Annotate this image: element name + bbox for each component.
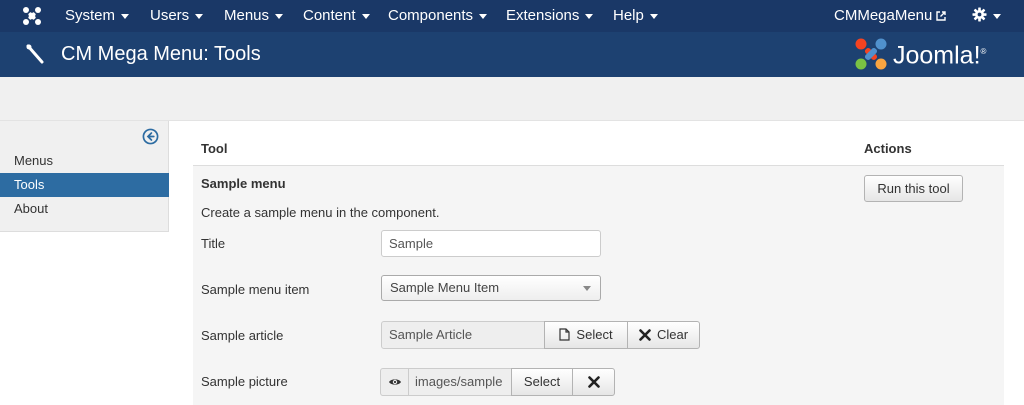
caret-down-icon <box>195 13 204 19</box>
column-header-tool: Tool <box>201 141 228 156</box>
picture-clear-button[interactable] <box>572 368 615 396</box>
wrench-icon <box>26 44 44 64</box>
tool-title: Sample menu <box>201 176 286 191</box>
nav-extensions[interactable]: Extensions <box>506 0 594 32</box>
collapse-sidebar-icon[interactable] <box>142 128 159 145</box>
sidebar-item-about[interactable]: About <box>0 197 169 221</box>
article-value-field: Sample Article <box>381 321 545 349</box>
eye-icon <box>388 379 401 385</box>
title-label: Title <box>201 236 226 251</box>
gear-icon <box>972 7 987 22</box>
picture-path-field: images/sample <box>408 368 512 396</box>
nav-content-label: Content <box>303 7 356 24</box>
nav-help-label: Help <box>613 7 644 24</box>
preview-button[interactable] <box>380 368 409 396</box>
nav-content[interactable]: Content <box>303 0 370 32</box>
nav-menus[interactable]: Menus <box>224 0 284 32</box>
caret-down-icon <box>121 13 130 19</box>
joomla-logo-icon[interactable] <box>22 6 42 26</box>
nav-users-label: Users <box>150 7 190 24</box>
caret-down-icon <box>993 13 1001 19</box>
article-clear-button[interactable]: Clear <box>627 321 700 349</box>
close-icon <box>587 375 600 388</box>
top-navbar: System Users Menus Content Components Ex… <box>0 0 1024 32</box>
site-link-label: CMMegaMenu <box>834 7 933 24</box>
caret-down-icon <box>275 13 284 19</box>
sidebar: Menus Tools About <box>0 121 169 232</box>
toolbar-strip <box>0 77 1024 121</box>
title-bar: CM Mega Menu: Tools Joomla!® <box>0 32 1024 77</box>
external-link-icon <box>936 11 947 21</box>
article-select-button[interactable]: Select <box>544 321 628 349</box>
joomla-brand-text: Joomla!® <box>893 36 986 71</box>
file-icon <box>559 328 571 341</box>
nav-extensions-label: Extensions <box>506 7 580 24</box>
caret-down-icon <box>479 13 488 19</box>
nav-system[interactable]: System <box>65 0 130 32</box>
menu-item-select[interactable]: Sample Menu Item <box>381 275 601 301</box>
caret-down-icon <box>361 13 370 19</box>
nav-components-label: Components <box>388 7 474 24</box>
run-tool-button[interactable]: Run this tool <box>864 175 963 202</box>
menu-item-label: Sample menu item <box>201 282 310 297</box>
tool-description: Create a sample menu in the component. <box>201 205 440 220</box>
brand-name: Joomla! <box>893 41 981 70</box>
caret-down-icon <box>585 13 594 19</box>
site-link[interactable]: CMMegaMenu <box>834 0 947 32</box>
nav-help[interactable]: Help <box>613 0 658 32</box>
picture-label: Sample picture <box>201 374 288 389</box>
picture-select-button[interactable]: Select <box>511 368 573 396</box>
dropdown-arrow-icon <box>583 286 591 291</box>
caret-down-icon <box>649 13 658 19</box>
joomla-brand-icon <box>855 38 887 70</box>
nav-system-label: System <box>65 7 116 24</box>
brand-trademark: ® <box>980 47 987 56</box>
settings-menu[interactable] <box>972 0 1001 32</box>
close-icon <box>639 328 651 341</box>
column-header-actions: Actions <box>864 141 912 156</box>
sidebar-item-menus[interactable]: Menus <box>0 149 169 173</box>
nav-components[interactable]: Components <box>388 0 488 32</box>
title-input[interactable] <box>381 230 601 257</box>
nav-menus-label: Menus <box>224 7 270 24</box>
sidebar-item-tools[interactable]: Tools <box>0 173 169 197</box>
article-clear-label: Clear <box>656 327 689 342</box>
nav-users[interactable]: Users <box>150 0 204 32</box>
menu-item-selected-value: Sample Menu Item <box>390 280 500 295</box>
page-title: CM Mega Menu: Tools <box>61 43 261 65</box>
article-select-label: Select <box>576 327 613 342</box>
article-label: Sample article <box>201 328 284 343</box>
